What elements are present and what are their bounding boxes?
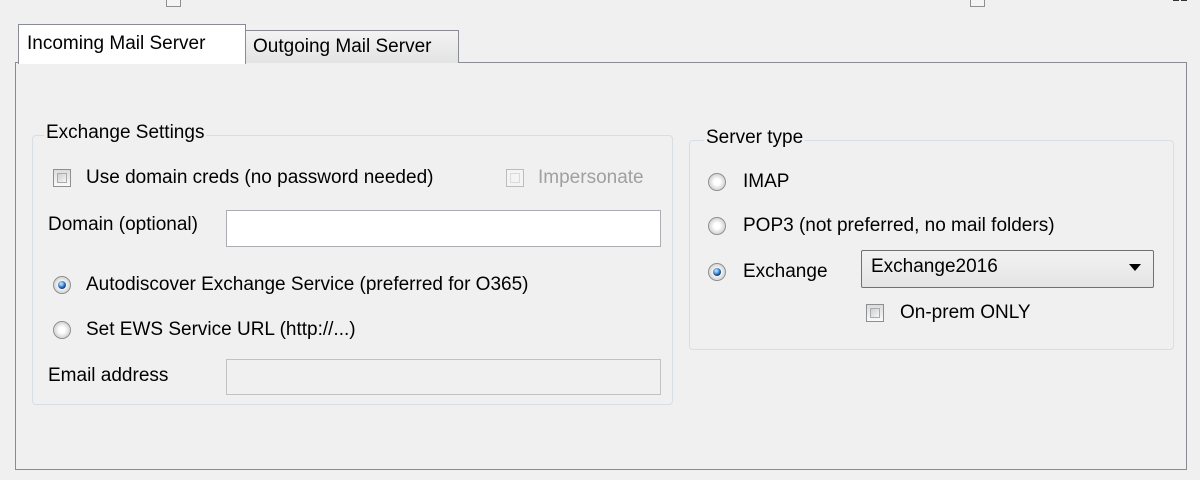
on-prem-only-checkbox[interactable]	[866, 304, 884, 322]
top-right-cropped-checkbox[interactable]	[970, 0, 985, 7]
top-right-cropped-icon	[1173, 0, 1187, 1]
exchange-label[interactable]: Exchange	[743, 261, 828, 283]
exchange-radio[interactable]	[708, 263, 726, 281]
tab-panel-incoming: Exchange Settings Use domain creds (no p…	[15, 62, 1187, 470]
exchange-settings-title: Exchange Settings	[44, 122, 207, 144]
impersonate-label: Impersonate	[538, 167, 644, 188]
top-cropped-checkbox[interactable]	[166, 0, 181, 7]
use-domain-creds-checkbox[interactable]	[53, 169, 71, 187]
on-prem-only-label[interactable]: On-prem ONLY	[900, 302, 1031, 324]
pop3-radio[interactable]	[708, 217, 726, 235]
autodiscover-label[interactable]: Autodiscover Exchange Service (preferred…	[86, 274, 529, 296]
tab-incoming-mail-server[interactable]: Incoming Mail Server	[18, 24, 246, 64]
use-domain-creds-label[interactable]: Use domain creds (no password needed)	[86, 167, 433, 189]
email-address-input	[226, 359, 661, 395]
set-ews-url-label[interactable]: Set EWS Service URL (http://...)	[86, 319, 356, 341]
tab-incoming-label: Incoming Mail Server	[27, 33, 206, 54]
autodiscover-radio[interactable]	[53, 276, 71, 294]
server-type-title: Server type	[704, 127, 806, 149]
domain-label: Domain (optional)	[48, 214, 198, 235]
dropdown-arrow-icon	[1129, 264, 1141, 271]
imap-radio[interactable]	[708, 173, 726, 191]
set-ews-url-radio[interactable]	[53, 321, 71, 339]
exchange-version-value: Exchange2016	[871, 256, 998, 277]
pop3-label[interactable]: POP3 (not preferred, no mail folders)	[743, 215, 1055, 237]
imap-label[interactable]: IMAP	[743, 171, 789, 193]
exchange-version-dropdown[interactable]: Exchange2016	[861, 250, 1154, 288]
tab-outgoing-label: Outgoing Mail Server	[253, 36, 432, 57]
impersonate-checkbox	[506, 169, 524, 187]
tab-outgoing-mail-server[interactable]: Outgoing Mail Server	[244, 30, 459, 63]
email-address-label: Email address	[48, 365, 169, 386]
domain-input[interactable]	[226, 210, 661, 247]
